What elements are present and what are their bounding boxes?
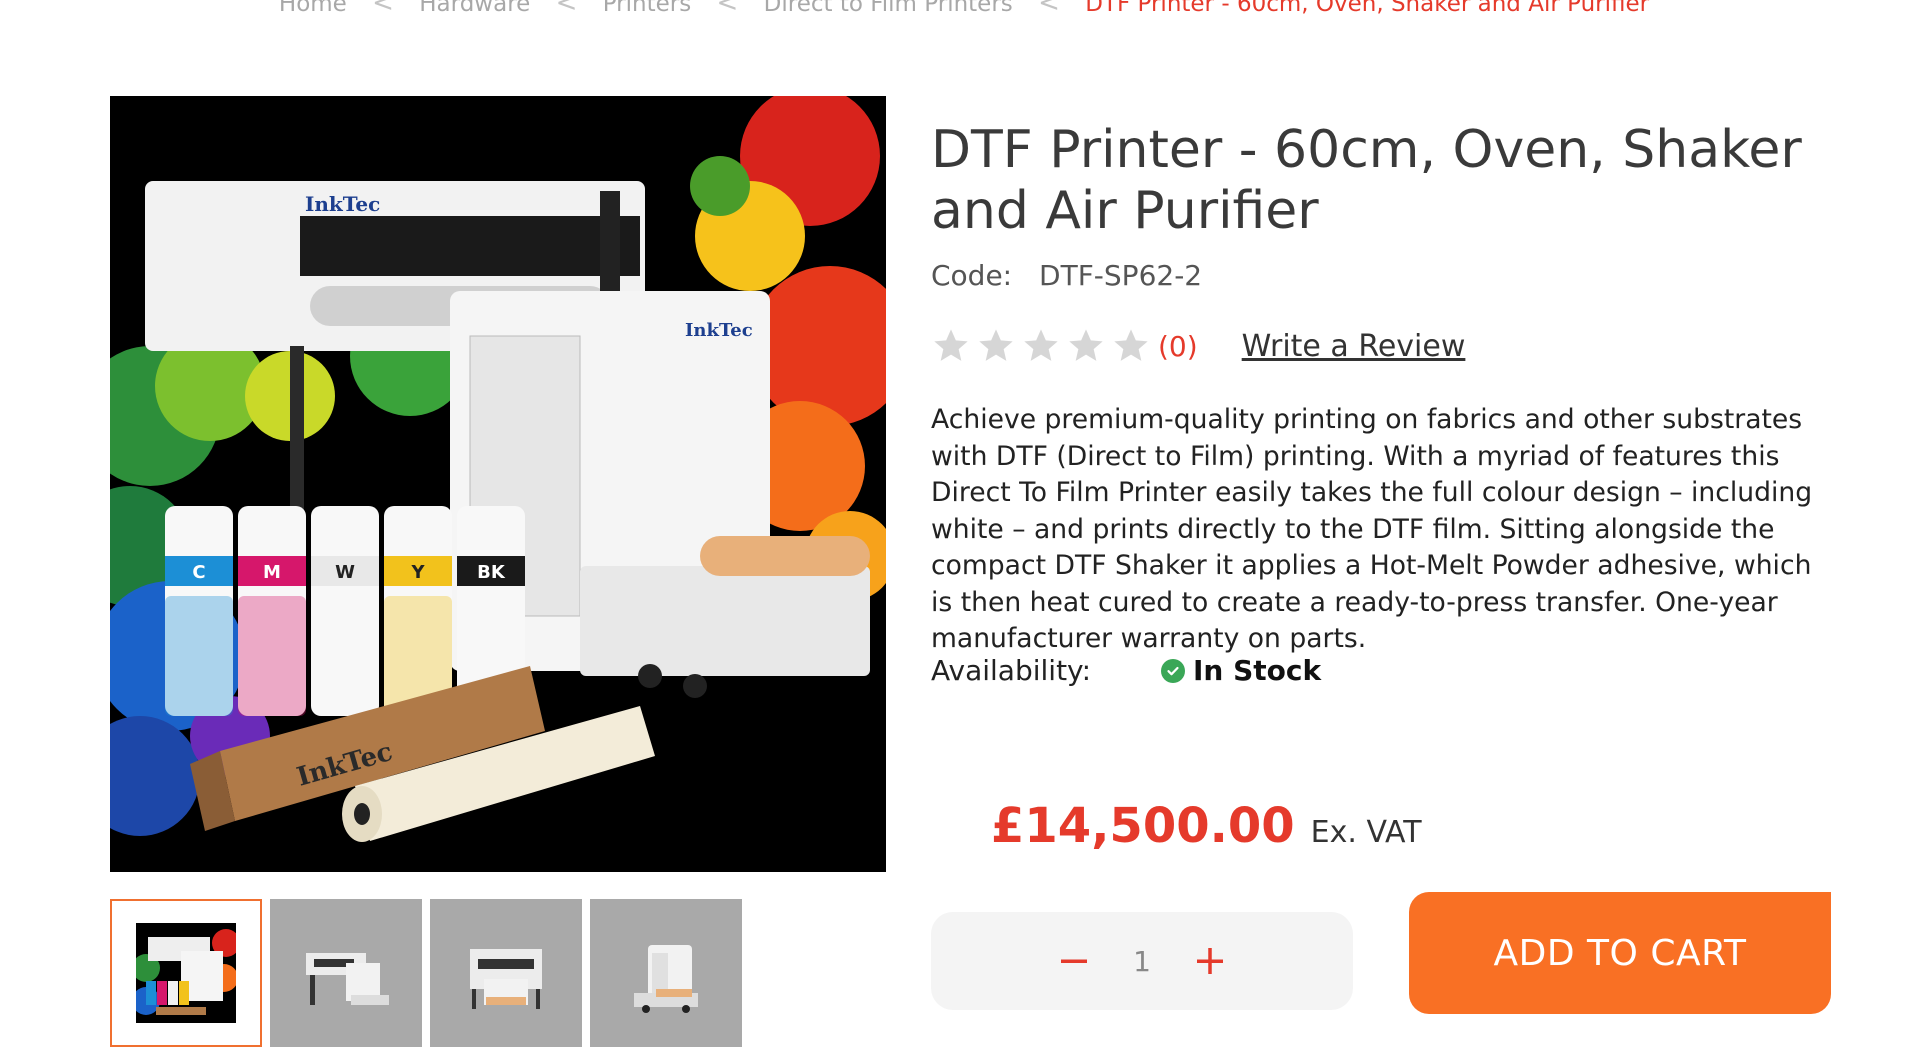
breadcrumb-separator: < bbox=[372, 0, 394, 18]
product-code-label: Code: bbox=[931, 259, 1013, 292]
product-description: Achieve premium-quality printing on fabr… bbox=[931, 404, 1813, 654]
check-circle-icon bbox=[1161, 658, 1185, 683]
quantity-increase-button[interactable] bbox=[1180, 931, 1240, 991]
thumbnail-3[interactable] bbox=[430, 899, 582, 1047]
product-code: Code: DTF-SP62-2 bbox=[931, 259, 1202, 292]
star-icon[interactable] bbox=[1066, 326, 1106, 366]
printer-brand-text: InkTec bbox=[305, 192, 380, 216]
breadcrumb-separator: < bbox=[716, 0, 739, 18]
product-code-value: DTF-SP62-2 bbox=[1039, 259, 1203, 292]
breadcrumb-printers[interactable]: Printers bbox=[603, 0, 692, 17]
star-icon[interactable] bbox=[1021, 326, 1061, 366]
plus-icon bbox=[1197, 948, 1223, 974]
availability: Availability: In Stock bbox=[931, 654, 1321, 687]
svg-text:W: W bbox=[335, 562, 355, 583]
breadcrumb-separator: < bbox=[555, 0, 578, 18]
product-title: DTF Printer - 60cm, Oven, Shaker and Air… bbox=[931, 120, 1802, 241]
thumbnail-strip bbox=[110, 899, 742, 1047]
thumbnail-image bbox=[470, 949, 542, 1009]
star-icon[interactable] bbox=[1111, 326, 1151, 366]
thumbnail-1[interactable] bbox=[110, 899, 262, 1047]
product-main-image[interactable]: InkTec InkTec C M W Y BK InkTec bbox=[110, 96, 886, 872]
breadcrumb-separator: < bbox=[1038, 0, 1060, 18]
breadcrumb-home[interactable]: Home bbox=[279, 0, 347, 17]
write-review-link[interactable]: Write a Review bbox=[1242, 329, 1466, 364]
star-icon[interactable] bbox=[976, 326, 1016, 366]
quantity-input[interactable] bbox=[1104, 944, 1180, 978]
breadcrumb-hardware[interactable]: Hardware bbox=[419, 0, 530, 17]
breadcrumb-dtf-printers[interactable]: Direct to Film Printers bbox=[764, 0, 1013, 17]
price-vat-label: Ex. VAT bbox=[1310, 815, 1422, 850]
availability-label: Availability: bbox=[931, 654, 1092, 687]
thumbnail-4[interactable] bbox=[590, 899, 742, 1047]
svg-text:Y: Y bbox=[410, 562, 425, 583]
rating-count[interactable]: (0) bbox=[1158, 330, 1198, 363]
add-to-cart-button[interactable]: ADD TO CART bbox=[1409, 892, 1831, 1014]
minus-icon bbox=[1061, 959, 1087, 963]
star-icon[interactable] bbox=[931, 326, 971, 366]
thumbnail-2[interactable] bbox=[270, 899, 422, 1047]
breadcrumb-current: DTF Printer - 60cm, Oven, Shaker and Air… bbox=[1085, 0, 1650, 17]
product-rating: (0) Write a Review bbox=[931, 326, 1465, 366]
breadcrumb: Home < Hardware < Printers < Direct to F… bbox=[0, 0, 1928, 18]
shaker-brand-text: InkTec bbox=[685, 320, 753, 341]
quantity-decrease-button[interactable] bbox=[1044, 931, 1104, 991]
svg-text:BK: BK bbox=[477, 562, 506, 583]
price-row: £14,500.00 Ex. VAT bbox=[991, 798, 1422, 854]
thumbnail-image bbox=[136, 923, 236, 1023]
svg-text:C: C bbox=[192, 562, 205, 583]
thumbnail-image bbox=[306, 953, 389, 1005]
product-photo: InkTec InkTec C M W Y BK InkTec bbox=[110, 96, 886, 872]
svg-text:M: M bbox=[263, 562, 281, 583]
availability-status: In Stock bbox=[1193, 654, 1322, 687]
quantity-stepper bbox=[931, 912, 1353, 1010]
product-price: £14,500.00 bbox=[991, 798, 1295, 854]
thumbnail-image bbox=[634, 945, 698, 1013]
